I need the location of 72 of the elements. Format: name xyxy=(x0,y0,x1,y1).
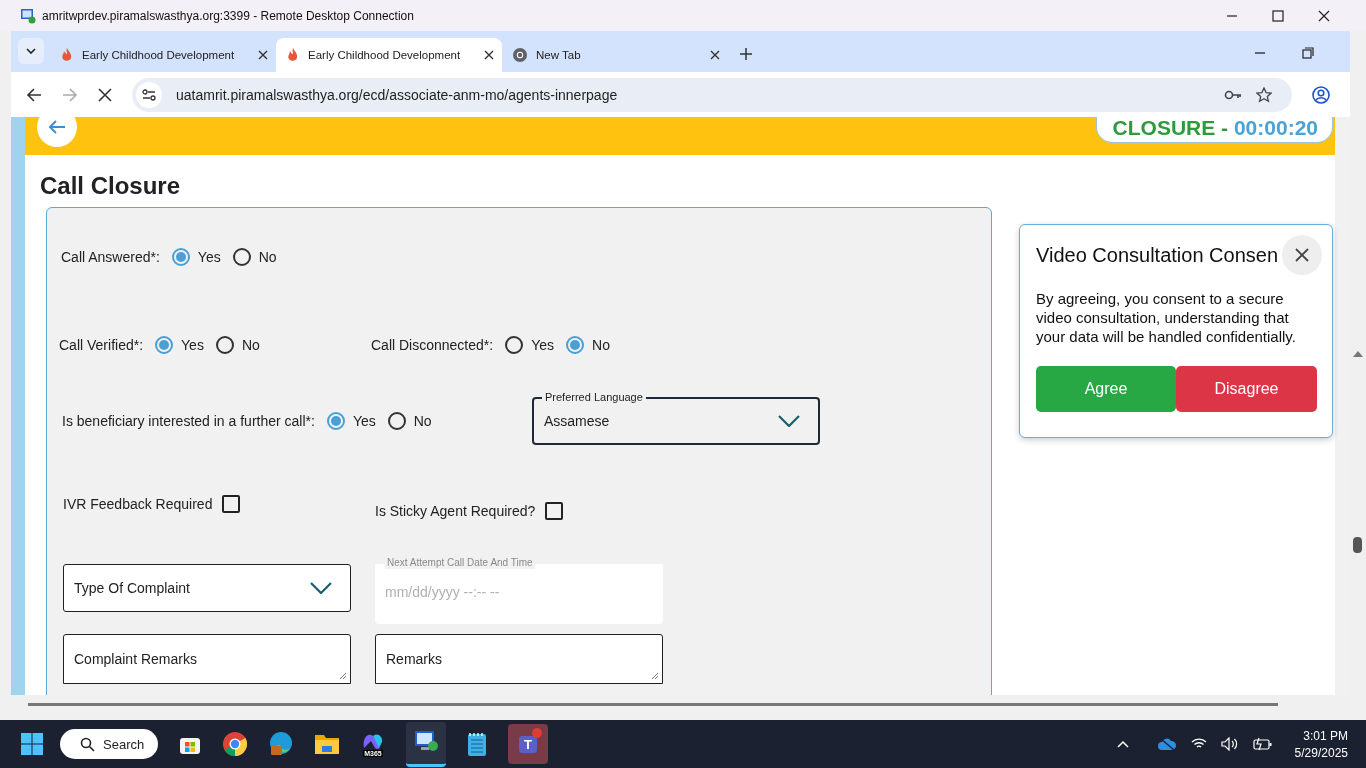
radio-option[interactable]: Yes xyxy=(171,248,221,266)
chevron-up-icon[interactable] xyxy=(1116,740,1129,748)
search-icon xyxy=(80,736,95,752)
cloud-icon[interactable] xyxy=(1156,737,1177,751)
radio-option[interactable]: No xyxy=(232,248,277,266)
clock-date[interactable]: 5/29/2025 xyxy=(1294,745,1348,760)
profile-icon[interactable] xyxy=(1312,85,1330,104)
windows-start-icon[interactable] xyxy=(20,732,44,756)
complaint-type-dropdown[interactable]: Type Of Complaint xyxy=(63,564,351,612)
star-icon[interactable] xyxy=(1256,86,1272,103)
field-label: Is beneficiary interested in a further call*: xyxy=(62,413,315,429)
maximize-icon[interactable] xyxy=(1272,9,1284,22)
dialog-message: By agreeing, you consent to a secure video consultation, understanding that your data will be handled confidentially. xyxy=(1036,289,1297,346)
page-title: Call Closure xyxy=(39,171,182,201)
close-button[interactable] xyxy=(1282,235,1322,275)
chevron-down-icon xyxy=(26,48,36,54)
volume-icon[interactable] xyxy=(1220,737,1239,751)
back-arrow-icon xyxy=(48,119,66,135)
restore-icon[interactable] xyxy=(1302,47,1314,59)
radio-option[interactable]: Yes xyxy=(155,336,204,354)
notepad-icon[interactable] xyxy=(466,731,488,757)
flame-icon xyxy=(60,47,74,63)
close-icon[interactable] xyxy=(710,50,720,60)
closure-timer: CLOSURE - 00:00:20 xyxy=(1095,117,1333,143)
field-label: Call Answered*: xyxy=(61,249,160,265)
window-title: amritwprdev.piramalswasthya.org:3399 - Remote Desktop Connection xyxy=(42,8,414,23)
radio-option[interactable]: No xyxy=(566,336,610,354)
address-bar[interactable]: uatamrit.piramalswasthya.org/ecd/associate-anm-mo/agents-innerpage xyxy=(132,77,1292,112)
battery-icon[interactable] xyxy=(1252,737,1273,751)
browser-tab[interactable]: New Tab xyxy=(502,38,728,72)
browser-tab[interactable]: Early Childhood Development xyxy=(276,38,502,72)
complaint-remarks-field[interactable]: Complaint Remarks xyxy=(63,634,351,684)
wifi-icon[interactable] xyxy=(1190,738,1207,750)
checkbox-option[interactable]: Is Sticky Agent Required? xyxy=(375,502,564,520)
back-icon[interactable] xyxy=(26,86,42,103)
chevron-down-icon xyxy=(310,582,332,594)
radio-option[interactable]: No xyxy=(215,336,260,354)
new-tab-icon[interactable] xyxy=(740,48,752,60)
back-button[interactable] xyxy=(37,117,77,147)
resize-handle-icon[interactable] xyxy=(339,672,347,680)
flame-icon xyxy=(286,47,300,63)
edge-icon[interactable] xyxy=(268,731,294,757)
remote-desktop-icon xyxy=(20,7,36,24)
checkbox-option[interactable]: IVR Feedback Required xyxy=(63,495,375,513)
chevron-down-icon xyxy=(778,415,800,427)
remarks-field[interactable]: Remarks xyxy=(375,634,663,684)
field-label: Call Verified*: xyxy=(59,337,144,353)
horizontal-scrollbar[interactable] xyxy=(0,695,1366,720)
chrome-icon xyxy=(512,47,528,63)
radio-option[interactable]: No xyxy=(387,412,432,430)
close-icon[interactable] xyxy=(258,50,268,60)
field-label: Call Disconnected*: xyxy=(371,337,494,353)
disagree-button[interactable]: Disagree xyxy=(1176,366,1317,412)
close-icon[interactable] xyxy=(1318,9,1330,22)
resize-handle-icon[interactable] xyxy=(651,672,659,680)
close-icon[interactable] xyxy=(484,50,494,60)
radio-option[interactable]: Yes xyxy=(326,412,376,430)
chrome-icon[interactable] xyxy=(222,731,248,757)
site-settings-icon[interactable] xyxy=(142,88,156,101)
clock-time[interactable]: 3:01 PM xyxy=(1303,728,1348,743)
folder-icon[interactable] xyxy=(314,732,340,756)
key-icon[interactable] xyxy=(1224,89,1242,100)
remote-desktop-icon[interactable] xyxy=(406,721,446,767)
teams-icon[interactable]: T xyxy=(508,724,548,764)
stop-icon[interactable] xyxy=(98,87,112,102)
url-text: uatamrit.piramalswasthya.org/ecd/associate-anm-mo/agents-innerpage xyxy=(176,86,619,103)
tab-search-button[interactable] xyxy=(18,38,44,64)
radio-option[interactable]: Yes xyxy=(505,336,554,354)
dialog-title: Video Consultation Consen xyxy=(1036,243,1279,267)
close-icon xyxy=(1295,248,1309,262)
browser-tab[interactable]: Early Childhood Development xyxy=(50,38,276,72)
search-button[interactable]: Search xyxy=(60,729,158,759)
